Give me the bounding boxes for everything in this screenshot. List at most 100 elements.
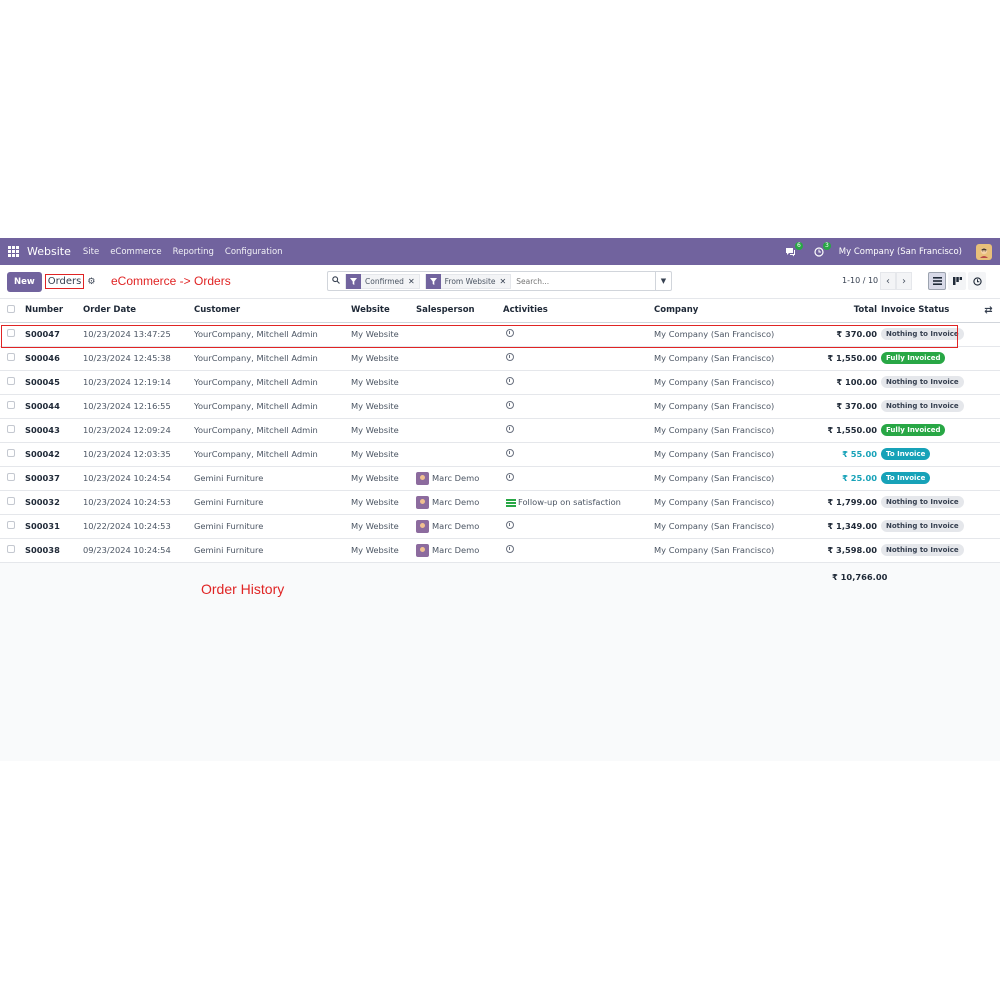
row-checkbox[interactable] — [7, 353, 15, 361]
schedule-activity-clock-icon[interactable] — [506, 353, 514, 361]
table-row[interactable]: S00037 10/23/2024 10:24:54 Gemini Furnitur… — [0, 466, 1000, 490]
orders-table: Number Order Date Customer Website Sales… — [0, 299, 1000, 563]
remove-facet-icon[interactable]: ✕ — [500, 277, 511, 286]
table-row[interactable]: S00045 10/23/2024 12:19:14 YourCompany, Mi… — [0, 370, 1000, 394]
schedule-activity-clock-icon[interactable] — [506, 473, 514, 481]
customer: YourCompany, Mitchell Admin — [194, 401, 318, 411]
company: My Company (San Francisco) — [654, 377, 775, 387]
column-salesperson[interactable]: Salesperson — [416, 299, 503, 323]
activity-summary[interactable]: Follow-up on satisfaction — [518, 497, 621, 507]
table-row[interactable]: S00046 10/23/2024 12:45:38 YourCompany, Mi… — [0, 346, 1000, 370]
table-row[interactable]: S00043 10/23/2024 12:09:24 YourCompany, Mi… — [0, 418, 1000, 442]
column-website[interactable]: Website — [351, 299, 416, 323]
activities-cell — [503, 538, 654, 562]
schedule-activity-clock-icon[interactable] — [506, 521, 514, 529]
gear-icon[interactable]: ⚙ — [87, 277, 95, 287]
activity-view-icon[interactable] — [968, 272, 986, 290]
pager-next-icon[interactable]: › — [896, 272, 912, 290]
schedule-activity-clock-icon[interactable] — [506, 377, 514, 385]
table-row[interactable]: S00042 10/23/2024 12:03:35 YourCompany, Mi… — [0, 442, 1000, 466]
table-header-row: Number Order Date Customer Website Sales… — [0, 299, 1000, 323]
kanban-view-icon[interactable] — [948, 272, 966, 290]
company: My Company (San Francisco) — [654, 353, 775, 363]
order-number: S00043 — [25, 425, 60, 435]
row-checkbox[interactable] — [7, 401, 15, 409]
column-activities[interactable]: Activities — [503, 299, 654, 323]
optional-columns-icon[interactable]: ⇄ — [977, 299, 1000, 323]
messages-count-badge: 6 — [794, 241, 803, 250]
new-button[interactable]: New — [7, 271, 42, 292]
column-total[interactable]: Total — [799, 299, 881, 323]
apps-menu-icon[interactable] — [8, 246, 19, 257]
row-checkbox[interactable] — [7, 521, 15, 529]
schedule-activity-clock-icon[interactable] — [506, 425, 514, 433]
menu-configuration[interactable]: Configuration — [225, 247, 283, 257]
activities-clock-icon[interactable]: 3 — [813, 241, 831, 258]
activity-type-icon[interactable] — [506, 498, 516, 507]
schedule-activity-clock-icon[interactable] — [506, 401, 514, 409]
app-brand[interactable]: Website — [27, 245, 71, 258]
salesperson-cell — [416, 370, 503, 394]
messages-icon[interactable]: 6 — [785, 241, 803, 258]
row-end-cell — [977, 538, 1000, 562]
order-total: ₹ 25.00 — [842, 473, 877, 483]
search-input[interactable] — [516, 276, 637, 286]
row-checkbox[interactable] — [7, 449, 15, 457]
menu-site[interactable]: Site — [83, 247, 99, 257]
customer: YourCompany, Mitchell Admin — [194, 353, 318, 363]
row-checkbox-cell — [0, 418, 25, 442]
column-company[interactable]: Company — [654, 299, 799, 323]
search-icon[interactable] — [332, 275, 340, 287]
activities-cell: Follow-up on satisfaction — [503, 490, 654, 514]
website: My Website — [351, 329, 399, 339]
website: My Website — [351, 425, 399, 435]
list-view-icon[interactable] — [928, 272, 946, 290]
website: My Website — [351, 521, 399, 531]
invoice-status-badge: Nothing to Invoice — [881, 328, 964, 340]
company: My Company (San Francisco) — [654, 329, 775, 339]
salesperson-cell — [416, 442, 503, 466]
select-all-checkbox[interactable] — [7, 304, 15, 313]
invoice-status-cell: Nothing to Invoice — [881, 514, 977, 538]
invoice-status-badge: Nothing to Invoice — [881, 376, 964, 388]
schedule-activity-clock-icon[interactable] — [506, 449, 514, 457]
pager-value[interactable]: 1-10 / 10 — [842, 276, 878, 285]
user-avatar[interactable] — [976, 243, 992, 260]
row-checkbox[interactable] — [7, 545, 15, 553]
table-row[interactable]: S00044 10/23/2024 12:16:55 YourCompany, Mi… — [0, 394, 1000, 418]
remove-facet-icon[interactable]: ✕ — [408, 277, 419, 286]
row-checkbox[interactable] — [7, 425, 15, 433]
column-order-date[interactable]: Order Date — [83, 299, 194, 323]
invoice-status-cell: To Invoice — [881, 442, 977, 466]
table-row[interactable]: S00032 10/23/2024 10:24:53 Gemini Furnitur… — [0, 490, 1000, 514]
search-dropdown-toggle-icon[interactable]: ▼ — [655, 272, 671, 290]
customer: YourCompany, Mitchell Admin — [194, 449, 318, 459]
row-end-cell — [977, 346, 1000, 370]
table-row[interactable]: S00038 09/23/2024 10:24:54 Gemini Furnitur… — [0, 538, 1000, 562]
activities-cell — [503, 370, 654, 394]
schedule-activity-clock-icon[interactable] — [506, 329, 514, 337]
top-navbar: Website Site eCommerce Reporting Configu… — [0, 238, 1000, 265]
menu-reporting[interactable]: Reporting — [173, 247, 214, 257]
pager-previous-icon[interactable]: ‹ — [880, 272, 896, 290]
facet-confirmed: Confirmed ✕ — [345, 273, 420, 289]
schedule-activity-clock-icon[interactable] — [506, 545, 514, 553]
order-total: ₹ 370.00 — [836, 401, 877, 411]
order-date: 10/23/2024 12:45:38 — [83, 353, 171, 363]
column-number[interactable]: Number — [25, 299, 83, 323]
row-checkbox[interactable] — [7, 473, 15, 481]
row-checkbox[interactable] — [7, 377, 15, 385]
activities-cell — [503, 418, 654, 442]
company-switcher[interactable]: My Company (San Francisco) — [839, 247, 962, 257]
order-total: ₹ 100.00 — [836, 377, 877, 387]
row-checkbox[interactable] — [7, 329, 15, 337]
table-row[interactable]: S00047 10/23/2024 13:47:25 YourCompany, Mi… — [0, 322, 1000, 346]
search-bar[interactable]: Confirmed ✕ From Website ✕ ▼ — [327, 271, 672, 291]
table-row[interactable]: S00031 10/22/2024 10:24:53 Gemini Furnitur… — [0, 514, 1000, 538]
column-invoice-status[interactable]: Invoice Status — [881, 299, 977, 323]
invoice-status-cell: Nothing to Invoice — [881, 490, 977, 514]
row-checkbox[interactable] — [7, 497, 15, 505]
menu-ecommerce[interactable]: eCommerce — [110, 247, 161, 257]
order-total: ₹ 370.00 — [836, 329, 877, 339]
column-customer[interactable]: Customer — [194, 299, 351, 323]
